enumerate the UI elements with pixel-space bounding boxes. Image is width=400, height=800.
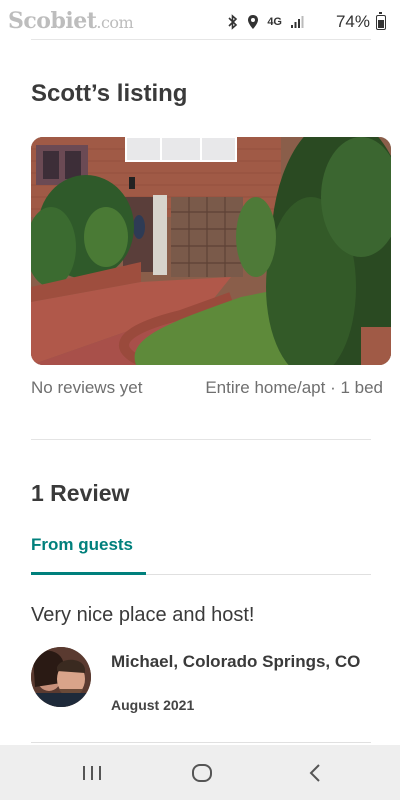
home-circle-icon[interactable]	[190, 761, 214, 785]
reviewer-avatar[interactable]	[31, 647, 91, 707]
bluetooth-icon	[227, 14, 239, 30]
signal-icon	[290, 15, 304, 29]
back-chevron-icon[interactable]	[303, 761, 327, 785]
location-icon	[247, 14, 259, 30]
status-brand-watermark: Scobiet.com	[8, 8, 134, 34]
bottom-divider	[31, 742, 371, 743]
room-info: Entire home/apt · 1 bed	[205, 378, 383, 397]
system-nav-bar	[0, 745, 400, 800]
battery-icon	[376, 12, 386, 30]
reviews-tabs: From guests	[31, 535, 371, 575]
listing-title: Scott’s listing	[31, 80, 188, 107]
section-divider	[31, 439, 371, 440]
active-tab-indicator	[31, 572, 146, 575]
top-divider	[31, 39, 371, 40]
avatar-photo	[31, 647, 91, 707]
listing-photo[interactable]	[31, 137, 391, 365]
review-text: Very nice place and host!	[31, 604, 255, 626]
reviewer-name: Michael, Colorado Springs, CO	[111, 652, 361, 671]
battery-percent: 74%	[335, 12, 370, 31]
reviews-status: No reviews yet	[31, 378, 143, 397]
tab-from-guests[interactable]: From guests	[31, 535, 133, 555]
recent-apps-icon[interactable]	[80, 761, 104, 785]
status-icons: 4G	[227, 12, 304, 32]
reviews-heading: 1 Review	[31, 480, 130, 506]
network-type-label: 4G	[267, 16, 282, 28]
status-bar: Scobiet.com 4G 74%	[0, 0, 400, 40]
review-date: August 2021	[111, 697, 195, 713]
house-illustration	[31, 137, 391, 365]
